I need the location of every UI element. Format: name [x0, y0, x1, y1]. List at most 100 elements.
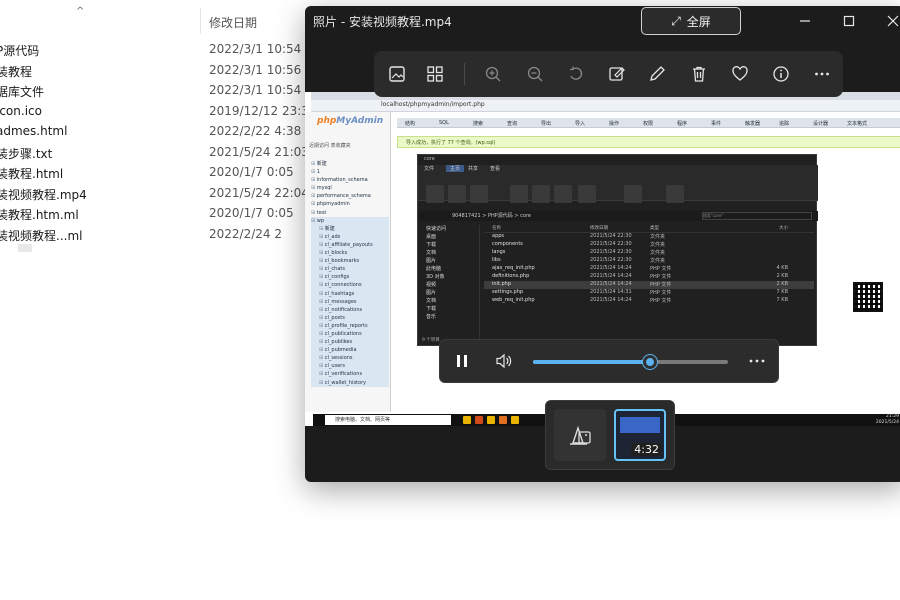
close-icon — [887, 15, 899, 27]
draw-button[interactable] — [645, 63, 669, 85]
row-date: 2021/5/24 14:24 — [590, 273, 632, 279]
inner-list-header: 名称 修改日期 类型 大小 — [484, 225, 814, 233]
nav-item: 图片 — [426, 290, 437, 296]
file-name: 装教程.html — [0, 167, 64, 181]
image-missing-icon — [570, 425, 591, 445]
select-all-icon — [666, 185, 684, 203]
tree-item: mysql — [311, 184, 389, 192]
pma-tab: 导出 — [541, 121, 552, 127]
fullscreen-label: 全屏 — [686, 14, 711, 29]
file-date: 2019/12/12 23:38 — [209, 103, 317, 118]
maximize-button[interactable] — [835, 11, 863, 31]
info-icon — [773, 66, 789, 82]
maximize-icon — [843, 15, 855, 27]
tree-item: wp — [311, 216, 389, 225]
minimize-button[interactable] — [791, 11, 819, 31]
favorite-button[interactable] — [728, 63, 752, 85]
image-view-button[interactable] — [385, 63, 409, 85]
inner-ribbon: 文件 主页 共享 查看 — [418, 165, 818, 203]
file-row[interactable]: 装步骤.txt 2021/5/24 21:03 — [0, 143, 310, 163]
pen-icon — [650, 66, 665, 81]
file-date: 2022/3/1 10:54 — [209, 83, 302, 97]
info-button[interactable] — [769, 63, 793, 85]
zoom-in-button[interactable] — [481, 63, 505, 85]
header-size: 大小 — [779, 226, 788, 231]
fullscreen-button[interactable]: ⤢ 全屏 — [641, 7, 741, 35]
playback-more-button[interactable] — [746, 351, 768, 371]
pma-tab: 设计器 — [813, 121, 829, 127]
inner-path-bar: 904817421 > PHP源代码 > core 搜索"core" — [418, 211, 818, 221]
heart-icon — [732, 66, 748, 81]
row-type: 文件夹 — [650, 258, 666, 264]
file-row[interactable]: 装教程 2022/3/1 10:56 — [0, 61, 310, 81]
inner-row: libs 2021/5/24 22:30 文件夹 — [484, 257, 814, 265]
row-date: 2021/5/24 22:30 — [590, 241, 632, 247]
close-button[interactable] — [879, 11, 900, 31]
filmstrip: 4:32 — [545, 400, 675, 470]
file-row[interactable]: P源代码 2022/3/1 10:54 — [0, 40, 310, 60]
file-row[interactable]: 装教程.html 2020/1/7 0:05 — [0, 163, 310, 183]
sort-caret-icon[interactable]: ^ — [76, 6, 84, 17]
pma-tab: 程序 — [677, 121, 688, 127]
properties-icon — [624, 185, 642, 203]
inner-file-list: 名称 修改日期 类型 大小 apps 2021/5/24 22:30 文件夹 c… — [484, 225, 814, 305]
file-row[interactable]: icon.ico 2019/12/12 23:38 — [0, 102, 317, 122]
tree-item: cl_sessions — [311, 354, 389, 363]
row-name: apps — [492, 233, 505, 239]
copy-icon — [448, 185, 466, 203]
gallery-button[interactable] — [423, 63, 447, 85]
seek-bar[interactable] — [533, 355, 728, 369]
volume-button[interactable] — [494, 351, 514, 371]
row-date: 2021/5/24 22:30 — [590, 257, 632, 263]
zoom-out-icon — [527, 66, 543, 82]
file-row[interactable]: 据库文件 2022/3/1 10:54 — [0, 81, 310, 101]
inner-explorer-title: core — [424, 156, 435, 162]
row-name: settings.php — [492, 289, 524, 295]
file-name: 装视频教程...ml — [0, 228, 83, 243]
rotate-button[interactable] — [564, 63, 588, 85]
filmstrip-item-missing[interactable] — [554, 409, 606, 461]
pma-tab: 查询 — [507, 121, 518, 127]
file-row[interactable]: admes.html 2022/2/22 4:38 — [0, 122, 310, 142]
browser-url: localhost/phpmyadmin/import.php — [381, 101, 485, 108]
import-success-message: 导入成功，执行了 77 个查询。(wp.sql) — [397, 136, 900, 148]
row-date: 2021/5/24 14:24 — [590, 281, 632, 287]
inner-nav-pane: 快速访问 桌面 下载 文档 图片 此电脑 3D 对象 视频 图片 文档 下载 音乐 — [418, 225, 480, 345]
tree-item: test — [311, 209, 389, 217]
nav-item: 快速访问 — [426, 226, 447, 232]
inner-status: 9 个项目 — [422, 338, 440, 343]
file-date: 2021/5/24 21:03 — [209, 144, 309, 159]
edit-image-button[interactable] — [605, 63, 629, 85]
row-date: 2021/5/24 22:30 — [590, 249, 632, 255]
title-bar[interactable]: 照片 - 安装视频教程.mp4 ⤢ 全屏 — [305, 6, 900, 38]
pma-tab: 文本格式 — [847, 121, 868, 127]
delete-button[interactable] — [687, 63, 711, 85]
row-date: 2021/5/24 14:24 — [590, 265, 632, 271]
tree-item: cl_affiliate_payouts — [311, 240, 389, 250]
file-name: 装教程.htm.ml — [0, 208, 79, 222]
inner-row: components 2021/5/24 22:30 文件夹 — [484, 241, 814, 249]
pause-button[interactable] — [452, 351, 472, 371]
seek-thumb[interactable] — [643, 355, 657, 369]
tree-item: cl_users — [311, 362, 389, 371]
column-divider[interactable] — [200, 8, 201, 34]
window-title: 照片 - 安装视频教程.mp4 — [313, 15, 452, 29]
filmstrip-item-video[interactable]: 4:32 — [614, 409, 666, 461]
inner-row: web_req_init.php 2021/5/24 14:24 PHP 文件 … — [484, 297, 814, 305]
row-size: 7 KB — [776, 289, 788, 295]
video-thumbnail-preview — [620, 417, 660, 433]
nav-item: 文档 — [426, 298, 437, 304]
row-type: PHP 文件 — [650, 266, 672, 272]
file-row[interactable]: 装视频教程...ml 2022/2/24 2 — [0, 225, 310, 245]
nav-item: 此电脑 — [426, 266, 442, 272]
pma-tab: 事件 — [711, 121, 722, 127]
column-header-date[interactable]: 修改日期 — [209, 14, 257, 31]
row-size: 2 KB — [776, 281, 788, 287]
nav-item: 桌面 — [426, 234, 437, 240]
pma-tab: 导入 — [575, 121, 586, 127]
file-row[interactable]: 装教程.htm.ml 2020/1/7 0:05 — [0, 204, 310, 224]
zoom-out-button[interactable] — [523, 63, 547, 85]
file-row[interactable]: 装视频教程.mp4 2021/5/24 22:04 — [0, 184, 310, 204]
row-name: ajax_req_init.php — [492, 265, 535, 271]
more-options-button[interactable] — [810, 63, 834, 85]
